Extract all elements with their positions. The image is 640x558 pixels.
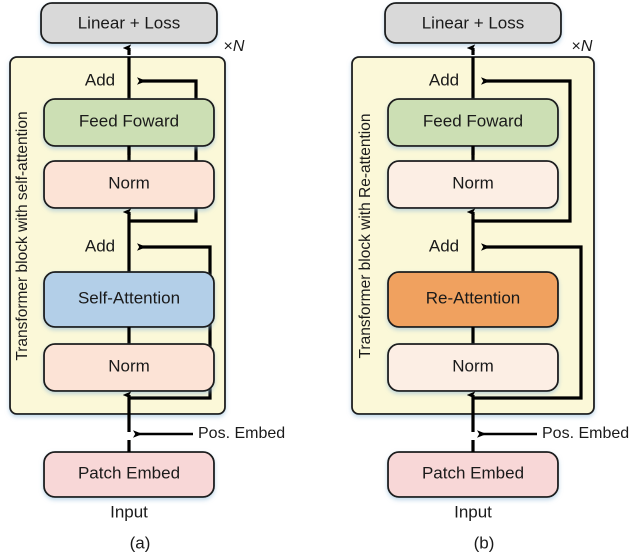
b-norm-lower-label: Norm [452, 356, 494, 375]
b-re-attention-box: Re-Attention [387, 271, 559, 328]
a-norm-upper-label: Norm [108, 173, 150, 192]
a-repeat-label: ×N [224, 38, 245, 55]
a-self-attention-box: Self-Attention [43, 271, 215, 328]
b-norm-upper-label: Norm [452, 173, 494, 192]
a-caption: (a) [130, 533, 151, 552]
b-feed-forward-label: Feed Foward [423, 111, 523, 130]
a-norm-lower-label: Norm [108, 356, 150, 375]
b-linear-loss-label: Linear + Loss [422, 13, 525, 32]
a-patch-embed-label: Patch Embed [78, 463, 180, 482]
a-linear-loss-box: Linear + Loss [40, 2, 218, 44]
a-add-top-label: Add [85, 70, 115, 89]
a-norm-upper-box: Norm [43, 160, 215, 209]
b-input-label: Input [454, 502, 492, 521]
b-pos-embed-label: Pos. Embed [542, 425, 629, 442]
a-patch-embed-box: Patch Embed [43, 451, 215, 498]
a-panel-vertical-label: Transformer block with self-attention [14, 111, 31, 360]
a-linear-loss-label: Linear + Loss [78, 13, 181, 32]
b-panel-vertical-label: Transformer block with Re-attention [357, 114, 374, 359]
a-input-label: Input [110, 502, 148, 521]
b-norm-upper-box: Norm [387, 160, 559, 209]
b-patch-embed-box: Patch Embed [387, 451, 559, 498]
panel-a: Linear + Loss ×N Transformer block with … [9, 2, 285, 552]
b-norm-lower-box: Norm [387, 343, 559, 392]
panel-b: Linear + Loss ×N Transformer block with … [351, 2, 629, 552]
a-pos-embed-label: Pos. Embed [198, 425, 285, 442]
b-re-attention-label: Re-Attention [426, 288, 521, 307]
b-caption: (b) [474, 533, 495, 552]
a-feed-forward-label: Feed Foward [79, 111, 179, 130]
b-feed-forward-box: Feed Foward [387, 98, 559, 147]
b-add-lower-label: Add [429, 236, 459, 255]
b-patch-embed-label: Patch Embed [422, 463, 524, 482]
a-feed-forward-box: Feed Foward [43, 98, 215, 147]
a-norm-lower-box: Norm [43, 343, 215, 392]
architecture-diagram: Linear + Loss ×N Transformer block with … [9, 2, 629, 552]
b-linear-loss-box: Linear + Loss [384, 2, 562, 44]
figure-canvas: Linear + Loss ×N Transformer block with … [0, 0, 640, 558]
b-add-top-label: Add [429, 70, 459, 89]
b-repeat-label: ×N [572, 38, 593, 55]
a-self-attention-label: Self-Attention [78, 288, 180, 307]
a-add-lower-label: Add [85, 236, 115, 255]
